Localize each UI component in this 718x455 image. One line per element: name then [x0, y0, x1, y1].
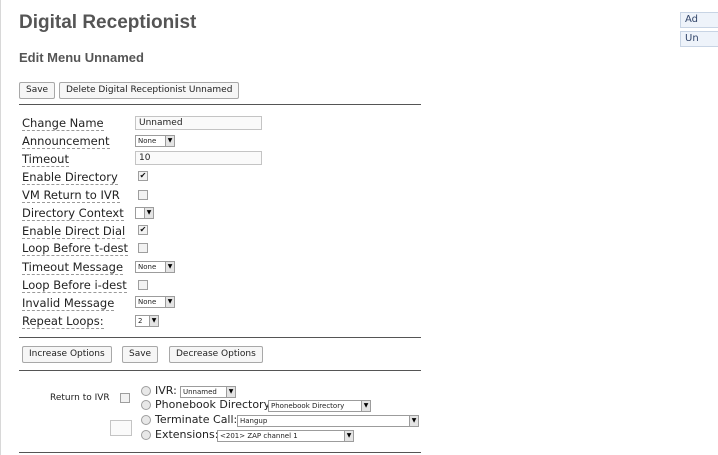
options-save-button[interactable]: Save [122, 346, 159, 363]
phonebook-select[interactable]: Phonebook Directory ▼ [268, 400, 371, 412]
extensions-label: Extensions: [155, 428, 219, 441]
directory-context-select[interactable]: ▼ [135, 207, 154, 219]
timeout-message-select[interactable]: None ▼ [135, 261, 175, 273]
delete-receptionist-button[interactable]: Delete Digital Receptionist Unnamed [59, 82, 240, 99]
ivr-select[interactable]: Unnamed ▼ [180, 386, 236, 398]
repeat-loops-selected: 2 [138, 317, 143, 325]
page-title: Digital Receptionist [19, 12, 197, 33]
vm-return-checkbox[interactable] [138, 190, 148, 200]
dropdown-arrow-icon: ▼ [361, 401, 370, 411]
enable-direct-dial-label: Enable Direct Dial [22, 224, 126, 239]
destination-blank-field [110, 420, 132, 436]
terminate-call-label: Terminate Call: [155, 413, 238, 426]
dropdown-arrow-icon: ▼ [344, 431, 353, 441]
return-to-ivr-checkbox[interactable] [120, 393, 130, 403]
divider [19, 370, 421, 371]
announcement-label: Announcement [22, 134, 110, 149]
dropdown-arrow-icon: ▼ [409, 416, 418, 426]
return-to-ivr-label: Return to IVR [50, 393, 110, 403]
enable-directory-checkbox[interactable]: ✔ [138, 171, 148, 181]
change-name-label: Change Name [22, 116, 104, 131]
phonebook-radio[interactable] [141, 400, 151, 410]
loop-t-dest-label: Loop Before t-dest [22, 241, 129, 256]
announcement-selected: None [138, 137, 157, 145]
dropdown-arrow-icon: ▼ [149, 316, 158, 326]
terminate-call-select[interactable]: Hangup ▼ [237, 415, 419, 427]
enable-directory-label: Enable Directory [22, 170, 118, 185]
change-name-input[interactable]: Unnamed [135, 116, 262, 130]
page-subtitle: Edit Menu Unnamed [19, 50, 144, 65]
extensions-radio[interactable] [141, 430, 151, 440]
loop-t-dest-checkbox[interactable] [138, 243, 148, 253]
invalid-message-selected: None [138, 298, 157, 306]
ivr-radio[interactable] [141, 386, 151, 396]
dropdown-arrow-icon: ▼ [165, 297, 174, 307]
repeat-loops-label: Repeat Loops: [22, 314, 104, 329]
ivr-label: IVR: [155, 384, 177, 397]
dropdown-arrow-icon: ▼ [226, 387, 235, 397]
extensions-select[interactable]: <201> ZAP channel 1 ▼ [217, 430, 354, 442]
increase-options-button[interactable]: Increase Options [22, 346, 112, 363]
loop-i-dest-label: Loop Before i-dest [22, 278, 127, 293]
extensions-selected: <201> ZAP channel 1 [220, 432, 298, 440]
timeout-message-selected: None [138, 263, 157, 271]
phonebook-label: Phonebook Directory: [155, 398, 273, 411]
announcement-select[interactable]: None ▼ [135, 135, 175, 147]
repeat-loops-select[interactable]: 2 ▼ [135, 315, 159, 327]
decrease-options-button[interactable]: Decrease Options [169, 346, 263, 363]
invalid-message-label: Invalid Message [22, 296, 115, 311]
side-tab-unnamed[interactable]: Un [680, 31, 718, 47]
timeout-message-label: Timeout Message [22, 260, 124, 275]
terminate-call-radio[interactable] [141, 415, 151, 425]
vm-return-label: VM Return to IVR [22, 188, 120, 203]
divider [19, 452, 421, 453]
dropdown-arrow-icon: ▼ [144, 208, 153, 218]
invalid-message-select[interactable]: None ▼ [135, 296, 175, 308]
timeout-label: Timeout [22, 152, 69, 167]
divider [19, 104, 421, 105]
ivr-selected: Unnamed [183, 388, 217, 396]
loop-i-dest-checkbox[interactable] [138, 280, 148, 290]
timeout-input[interactable]: 10 [135, 151, 262, 165]
save-button[interactable]: Save [19, 82, 56, 99]
terminate-call-selected: Hangup [240, 417, 268, 425]
directory-context-label: Directory Context [22, 206, 124, 221]
side-tab-add[interactable]: Ad [680, 12, 718, 28]
dropdown-arrow-icon: ▼ [165, 262, 174, 272]
divider [19, 337, 421, 338]
phonebook-selected: Phonebook Directory [271, 402, 345, 410]
dropdown-arrow-icon: ▼ [165, 136, 174, 146]
enable-direct-dial-checkbox[interactable]: ✔ [138, 225, 148, 235]
